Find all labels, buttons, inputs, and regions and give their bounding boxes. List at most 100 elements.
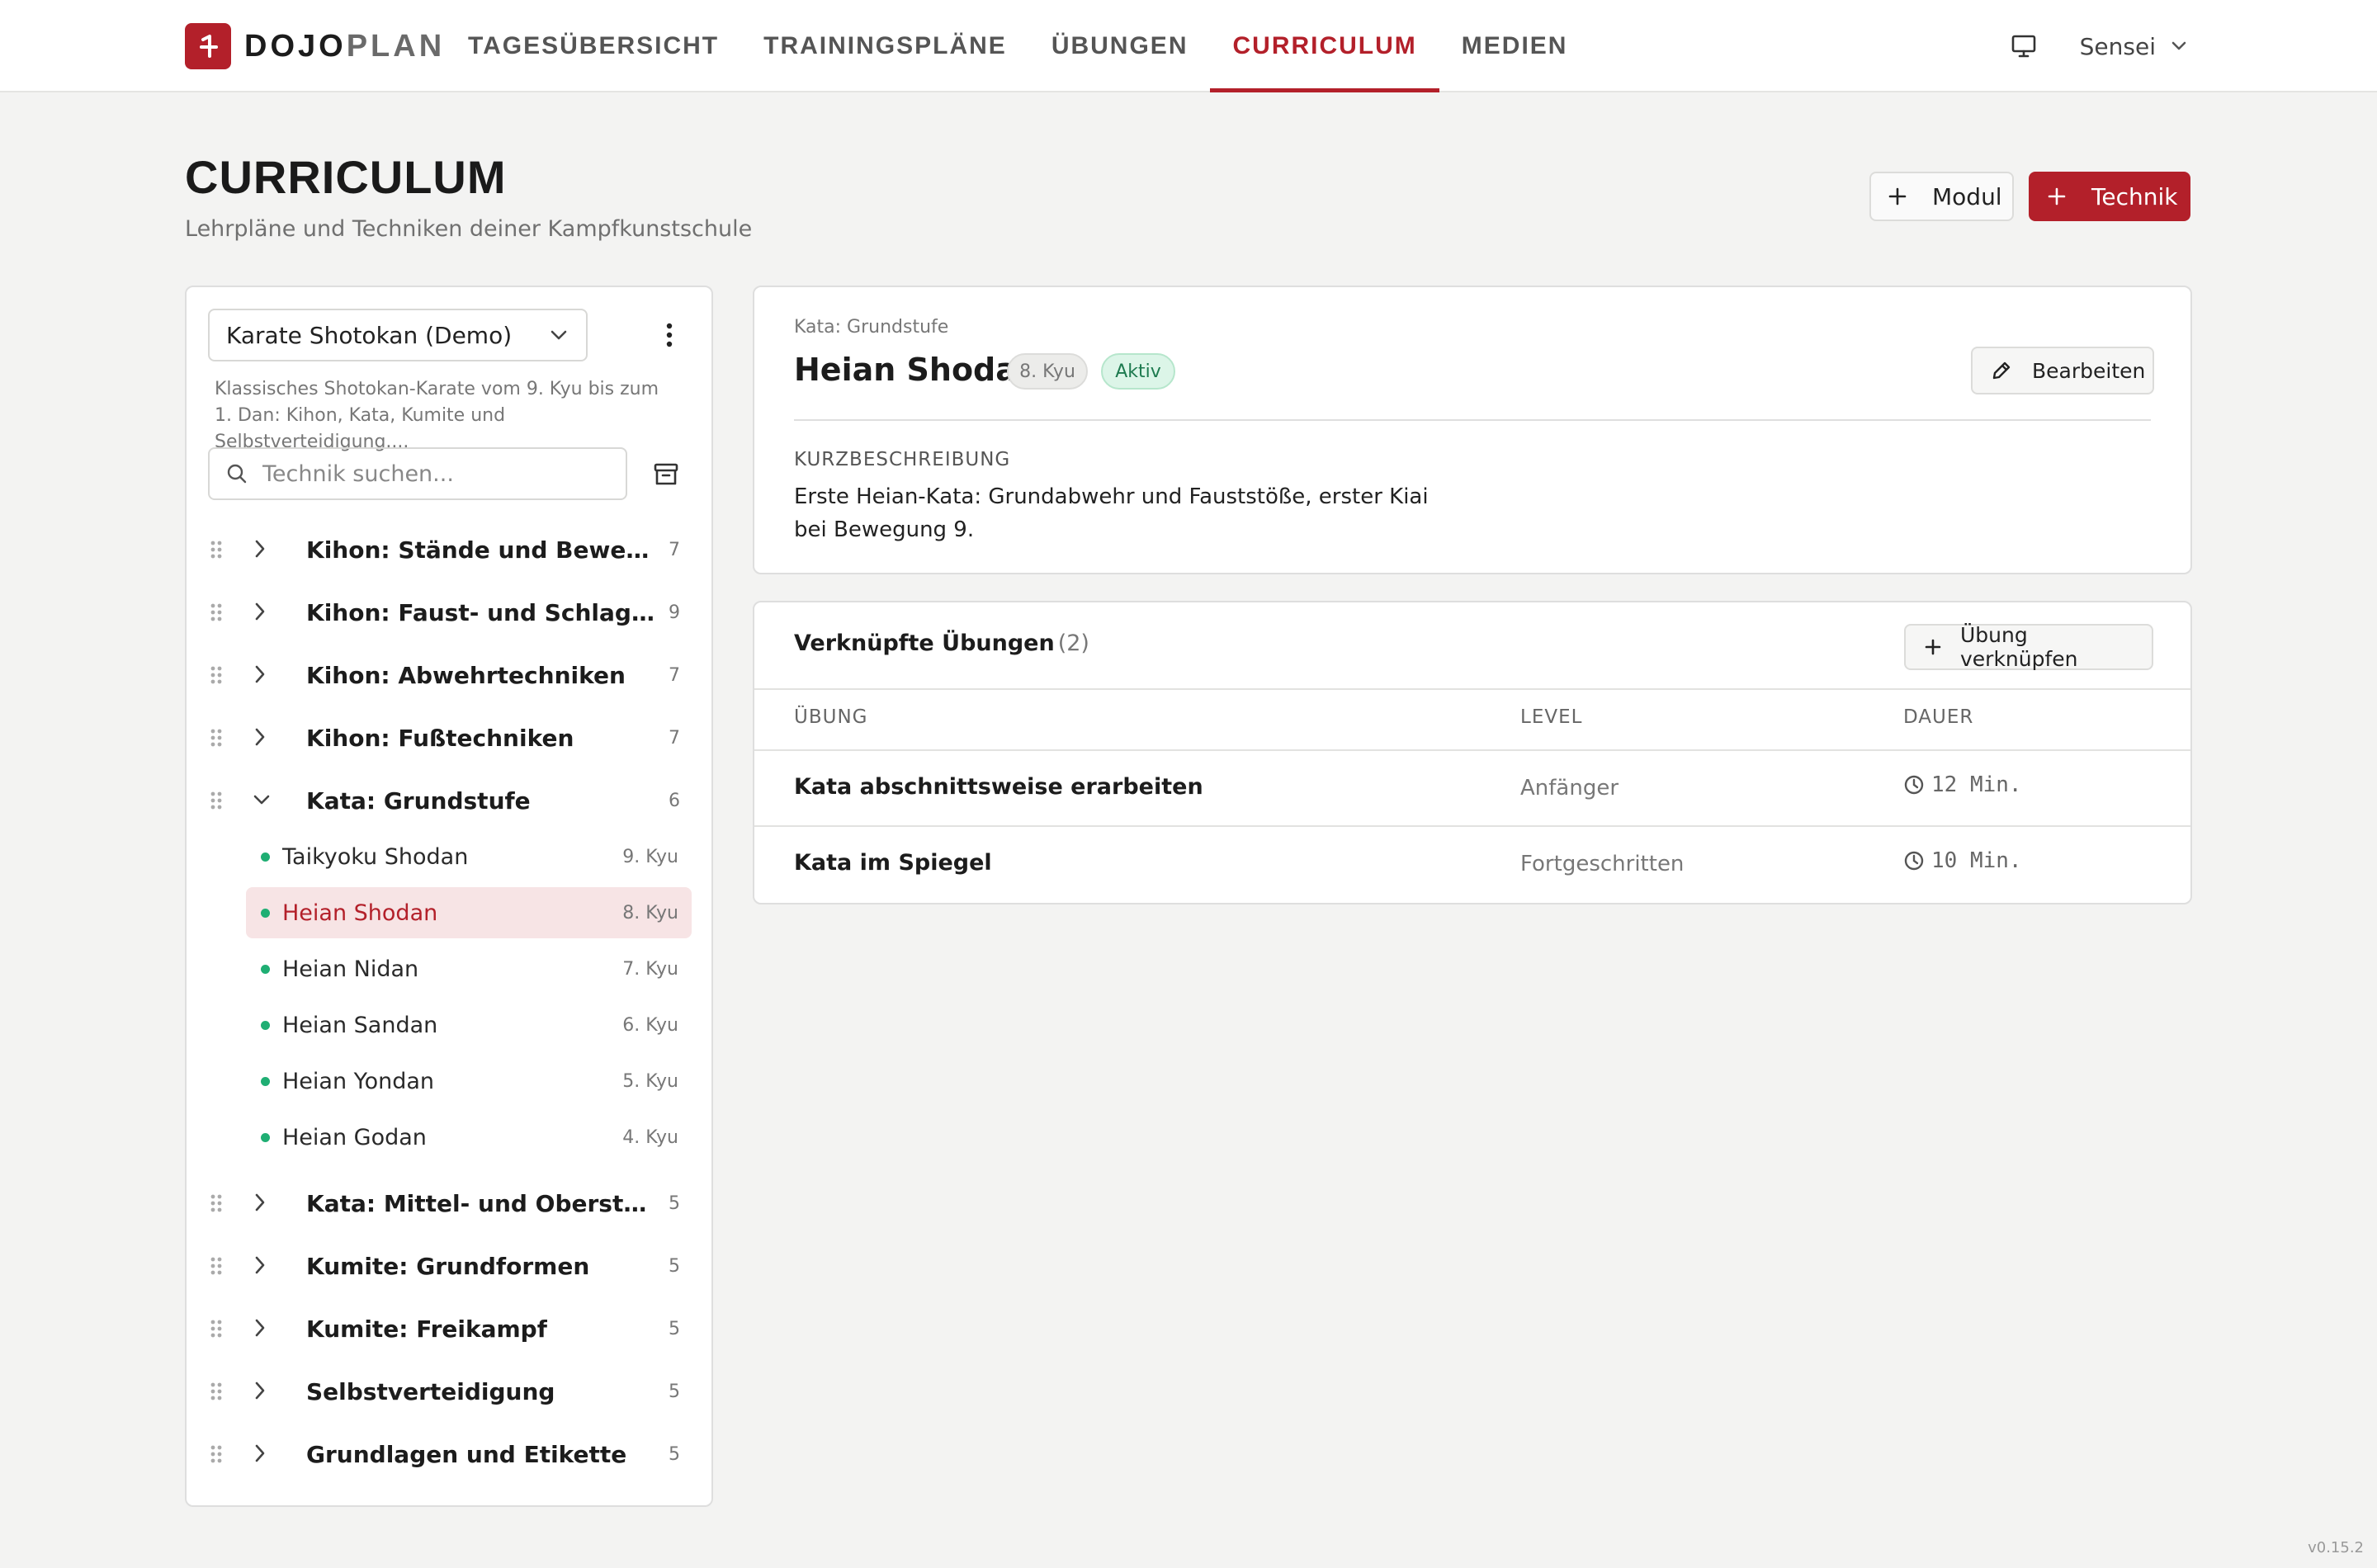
module-row[interactable]: Kumite: Grundformen 5 [187, 1241, 711, 1291]
status-dot [261, 908, 270, 918]
technique-grade: 6. Kyu [622, 1014, 678, 1036]
technique-label: Heian Nidan [282, 956, 419, 982]
module-count: 7 [669, 539, 680, 560]
app-logo[interactable]: DOJOPLAN [185, 23, 445, 69]
curriculum-select-value: Karate Shotokan (Demo) [226, 321, 513, 349]
module-row[interactable]: Kumite: Freikampf 5 [187, 1304, 711, 1353]
chevron-right-icon[interactable] [253, 1443, 267, 1464]
curriculum-select[interactable]: Karate Shotokan (Demo) [208, 309, 588, 361]
module-row[interactable]: Kihon: Faust- und Schlagtechniken 9 [187, 588, 711, 637]
technique-item[interactable]: Heian Sandan 6. Kyu [246, 999, 692, 1051]
nav-tab-tagesuebersicht[interactable]: TAGESÜBERSICHT [446, 0, 741, 92]
chevron-right-icon[interactable] [253, 1192, 267, 1213]
technique-search-input[interactable] [261, 460, 616, 488]
nav-tab-trainingsplaene[interactable]: TRAININGSPLÄNE [741, 0, 1029, 92]
table-row[interactable]: Kata im Spiegel Fortgeschritten 10 Min. [754, 827, 2190, 901]
module-count: 5 [669, 1318, 680, 1339]
technique-label: Heian Sandan [282, 1012, 438, 1038]
more-vertical-icon [666, 323, 673, 347]
drag-handle-icon[interactable] [210, 602, 223, 622]
drag-handle-icon[interactable] [210, 791, 223, 810]
technique-label: Taikyoku Shodan [282, 843, 469, 870]
chevron-right-icon[interactable] [253, 1380, 267, 1401]
drag-handle-icon[interactable] [210, 1319, 223, 1339]
technique-item[interactable]: Heian Godan 4. Kyu [246, 1112, 692, 1163]
technique-item[interactable]: Heian Yondan 5. Kyu [246, 1056, 692, 1107]
add-module-button[interactable]: Modul [1869, 172, 2014, 221]
module-row[interactable]: Kihon: Stände und Bewegung 7 [187, 525, 711, 574]
drag-handle-icon[interactable] [210, 540, 223, 560]
drag-handle-icon[interactable] [210, 1381, 223, 1401]
clock-icon [1904, 851, 1924, 871]
exercise-name: Kata im Spiegel [794, 850, 992, 876]
drag-handle-icon[interactable] [210, 728, 223, 748]
chevron-right-icon[interactable] [253, 726, 267, 748]
chevron-right-icon[interactable] [253, 1254, 267, 1276]
module-row[interactable]: Grundlagen und Etikette 5 [187, 1429, 711, 1479]
clock-icon [1904, 775, 1924, 795]
archive-button[interactable] [645, 456, 687, 494]
add-technique-button[interactable]: Technik [2029, 172, 2190, 221]
drag-handle-icon[interactable] [210, 665, 223, 685]
curriculum-sidebar: Karate Shotokan (Demo) Klassisches Shoto… [185, 286, 713, 1507]
linked-exercises-count: (2) [1057, 631, 1089, 656]
main-nav: TAGESÜBERSICHT TRAININGSPLÄNE ÜBUNGEN CU… [446, 0, 1590, 92]
drag-handle-icon[interactable] [210, 1444, 223, 1464]
nav-tab-uebungen[interactable]: ÜBUNGEN [1029, 0, 1211, 92]
edit-label: Bearbeiten [2032, 358, 2146, 383]
chevron-right-icon[interactable] [253, 1317, 267, 1339]
drag-handle-icon[interactable] [210, 1256, 223, 1276]
module-label: Kumite: Grundformen [306, 1252, 590, 1280]
chevron-down-icon [551, 330, 567, 340]
link-exercise-button[interactable]: Übung verknüpfen [1904, 623, 2153, 671]
chevron-right-icon[interactable] [253, 664, 267, 685]
module-row-expanded[interactable]: Kata: Grundstufe 6 [187, 776, 711, 825]
plus-icon [1925, 639, 1941, 655]
linked-exercises-card: Verknüpfte Übungen (2) Übung verknüpfen Ü… [753, 601, 2192, 904]
module-row[interactable]: Selbstverteidigung 5 [187, 1367, 711, 1416]
page-subtitle: Lehrpläne und Techniken deiner Kampfkuns… [185, 216, 753, 242]
chevron-down-icon [2171, 41, 2186, 50]
column-header-level: LEVEL [1520, 706, 1583, 728]
module-row[interactable]: Kihon: Fußtechniken 7 [187, 713, 711, 763]
nav-tab-medien[interactable]: MEDIEN [1439, 0, 1590, 92]
column-header-duration: DAUER [1903, 706, 1974, 728]
description-text: Erste Heian-Kata: Grundabwehr und Fausts… [794, 484, 1429, 542]
top-right-controls: Sensei [2002, 25, 2187, 68]
technique-item-selected[interactable]: Heian Shodan 8. Kyu [246, 887, 692, 938]
technique-item[interactable]: Taikyoku Shodan 9. Kyu [246, 831, 692, 882]
nav-tab-curriculum[interactable]: CURRICULUM [1210, 0, 1440, 92]
divider [754, 688, 2190, 690]
chevron-down-icon[interactable] [253, 789, 271, 810]
module-count: 5 [669, 1381, 680, 1402]
add-technique-label: Technik [2091, 182, 2178, 210]
module-count: 9 [669, 602, 680, 623]
technique-label: Heian Godan [282, 1124, 427, 1150]
technique-item[interactable]: Heian Nidan 7. Kyu [246, 943, 692, 994]
display-mode-button[interactable] [2002, 25, 2045, 68]
chevron-right-icon[interactable] [253, 538, 267, 560]
module-row[interactable]: Kihon: Abwehrtechniken 7 [187, 650, 711, 700]
breadcrumb[interactable]: Kata: Grundstufe [794, 317, 948, 338]
technique-grade: 5. Kyu [622, 1070, 678, 1092]
archive-icon [654, 463, 678, 485]
module-label: Kihon: Faust- und Schlagtechniken [306, 598, 661, 626]
module-row[interactable]: Kata: Mittel- und Oberstufe 5 [187, 1178, 711, 1228]
curriculum-options-button[interactable] [649, 314, 690, 357]
module-count: 5 [669, 1443, 680, 1465]
status-dot [261, 1076, 270, 1086]
drag-handle-icon[interactable] [210, 1193, 223, 1213]
chevron-right-icon[interactable] [253, 601, 267, 622]
module-label: Kata: Grundstufe [306, 786, 531, 815]
module-label: Selbstverteidigung [306, 1377, 555, 1405]
table-row[interactable]: Kata abschnittsweise erarbeiten Anfänger… [754, 751, 2190, 825]
exercise-name: Kata abschnittsweise erarbeiten [794, 774, 1203, 800]
module-label: Kihon: Abwehrtechniken [306, 661, 626, 689]
module-count: 7 [669, 664, 680, 686]
description-heading: KURZBESCHREIBUNG [794, 449, 1011, 470]
edit-button[interactable]: Bearbeiten [1971, 347, 2154, 394]
grade-badge: 8. Kyu [1007, 353, 1088, 390]
user-menu[interactable]: Sensei [2080, 33, 2187, 60]
technique-label: Heian Shodan [282, 900, 438, 926]
technique-search [208, 447, 627, 500]
